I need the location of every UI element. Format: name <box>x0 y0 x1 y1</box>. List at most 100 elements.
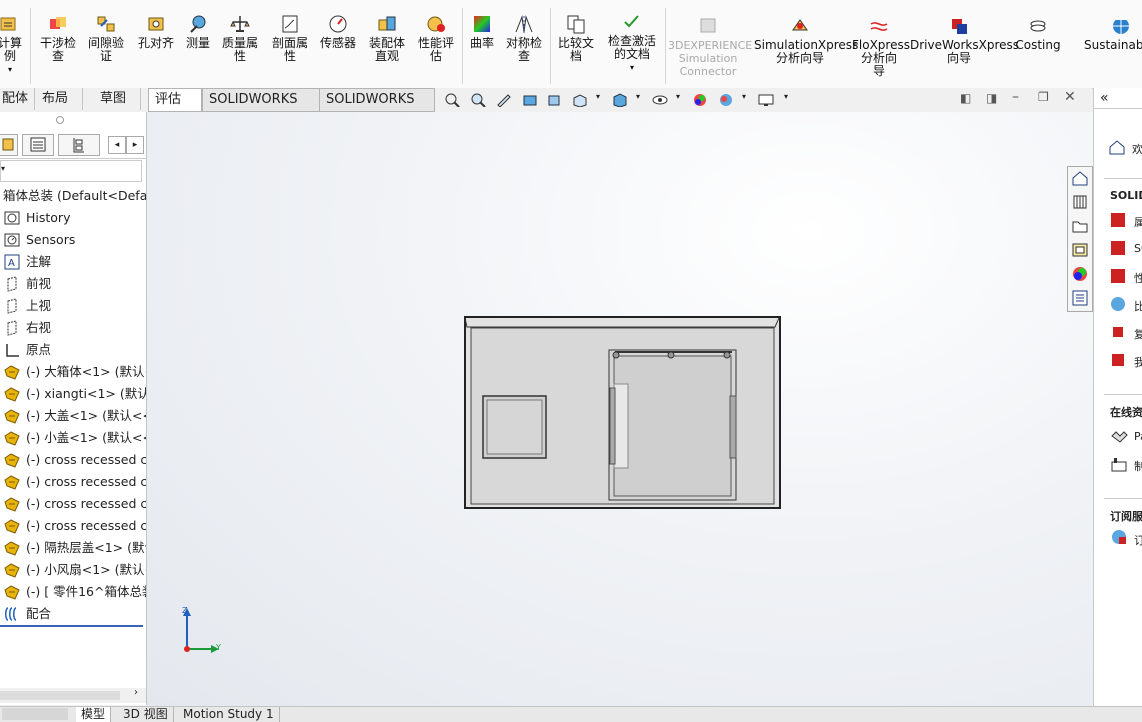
collapse-pane-icon[interactable]: « <box>1100 90 1109 106</box>
tree-item[interactable]: (-) 大盖<1> (默认<< <box>0 405 146 427</box>
tree-item[interactable]: 原点 <box>0 339 146 361</box>
tabs-scroll-right[interactable]: ▸ <box>126 136 144 154</box>
tree-item[interactable]: A 注解 <box>0 251 146 273</box>
restore-right-icon[interactable]: ◨ <box>986 91 997 105</box>
filter-dropdown[interactable]: ▾ <box>0 160 142 182</box>
horizontal-scrollbar[interactable]: › <box>0 687 146 703</box>
sensor-button[interactable]: 传感器 <box>316 14 360 50</box>
tree-item[interactable]: (-) cross recessed co <box>0 493 146 515</box>
tab-motion-study[interactable]: Motion Study 1 <box>178 707 280 722</box>
view-settings-icon[interactable] <box>758 93 774 107</box>
resource-link[interactable]: Pa <box>1134 430 1142 443</box>
display-style-icon[interactable] <box>612 93 628 107</box>
resource-link[interactable]: 属 <box>1134 214 1142 230</box>
resource-link[interactable]: 性 <box>1134 270 1142 286</box>
panel-grip[interactable] <box>56 116 64 124</box>
symmetry-button[interactable]: 对称检 查 <box>502 14 546 63</box>
floxpress-button[interactable]: FloXpress 分析向 导 <box>852 20 910 78</box>
resource-link[interactable]: SC <box>1134 242 1142 255</box>
apply-scene-icon[interactable] <box>718 93 734 107</box>
tab-3d-views[interactable]: 3D 视图 <box>118 707 174 722</box>
edit-appearance-icon[interactable] <box>692 93 708 107</box>
scrollbar-thumb[interactable] <box>0 691 120 700</box>
rollback-bar[interactable] <box>0 625 143 627</box>
tree-item[interactable]: 右视 <box>0 317 146 339</box>
configuration-manager-tab[interactable] <box>58 134 100 156</box>
resource-link[interactable]: 比 <box>1134 298 1142 314</box>
tab-layout[interactable]: 布局 <box>36 88 83 110</box>
close-icon[interactable]: ✕ <box>1064 89 1076 105</box>
tree-item[interactable]: Sensors <box>0 229 146 251</box>
mass-properties-button[interactable]: 质量属 性 <box>218 14 262 63</box>
tree-item[interactable]: (-) cross recessed co <box>0 449 146 471</box>
tab-sketch[interactable]: 草图 <box>94 88 141 110</box>
previous-view-icon[interactable] <box>496 93 512 107</box>
welcome-label[interactable]: 欢 <box>1132 141 1142 157</box>
property-manager-tab[interactable] <box>22 134 54 156</box>
compare-documents-button[interactable]: 比较文 档 <box>554 14 598 63</box>
tree-item[interactable]: (-) cross recessed co <box>0 515 146 537</box>
tabs-scroll-left[interactable]: ◂ <box>108 136 126 154</box>
chevron-down-icon[interactable]: ▾ <box>742 92 746 101</box>
tree-item[interactable]: 上视 <box>0 295 146 317</box>
view-palette-icon[interactable] <box>1071 241 1089 259</box>
tab-navigation-arrows[interactable] <box>2 708 68 720</box>
zoom-to-fit-icon[interactable] <box>444 93 460 107</box>
tree-root[interactable]: 箱体总装 (Default<Defau <box>0 185 146 207</box>
assembly-visualization-button[interactable]: 装配体 直观 <box>364 14 410 63</box>
graphics-area[interactable]: Z Y <box>147 112 1093 707</box>
3dexperience-connector-button[interactable]: 3DEXPERIENCE Simulation Connector <box>668 18 752 78</box>
section-view-icon[interactable] <box>522 93 538 107</box>
resource-link[interactable]: 制 <box>1134 458 1142 474</box>
ribbon-calc-button[interactable]: 计算 例 ▾ <box>0 14 26 76</box>
zoom-area-icon[interactable] <box>470 93 486 107</box>
chevron-down-icon[interactable]: ▾ <box>636 92 640 101</box>
tree-item[interactable]: (-) 隔热层盖<1> (默认 <box>0 537 146 559</box>
clearance-button[interactable]: 间隙验 证 <box>84 14 128 63</box>
chevron-down-icon[interactable]: ▾ <box>784 92 788 101</box>
simulationxpress-button[interactable]: SimulationXpress 分析向导 <box>754 19 858 65</box>
interference-button[interactable]: 干涉检 查 <box>36 14 80 63</box>
file-explorer-icon[interactable] <box>1071 217 1089 235</box>
check-active-document-button[interactable]: 检查激活 的文档 ▾ <box>602 12 662 74</box>
tab-solidworks-mbd[interactable]: SOLIDWORKS MBD <box>319 88 435 129</box>
model-view[interactable] <box>147 112 1093 707</box>
hide-show-items-icon[interactable] <box>652 93 668 107</box>
section-properties-button[interactable]: 剖面属 性 <box>268 14 312 63</box>
dynamic-annotation-icon[interactable] <box>546 93 562 107</box>
custom-properties-icon[interactable] <box>1071 289 1089 307</box>
maximize-icon[interactable]: ❐ <box>1038 90 1049 104</box>
costing-button[interactable]: Costing <box>1012 20 1064 52</box>
hole-align-button[interactable]: 孔对齐 <box>134 14 178 50</box>
tree-item[interactable]: (-) cross recessed co <box>0 471 146 493</box>
appearances-icon[interactable] <box>1071 265 1089 283</box>
tree-item[interactable]: History <box>0 207 146 229</box>
tree-item[interactable]: (-) xiangti<1> (默认< <box>0 383 146 405</box>
resource-link[interactable]: 复 <box>1134 326 1142 342</box>
minimize-icon[interactable]: – <box>1012 89 1019 105</box>
tab-assembly[interactable]: 配体 <box>0 88 35 110</box>
resource-link[interactable]: 订 <box>1134 532 1142 548</box>
scroll-right-icon[interactable]: › <box>134 687 138 698</box>
tab-model[interactable]: 模型 <box>76 707 112 722</box>
chevron-down-icon[interactable]: ▾ <box>676 92 680 101</box>
tree-item[interactable]: (-) 小风扇<1> (默认< <box>0 559 146 581</box>
feature-manager-tab[interactable] <box>0 134 18 156</box>
tree-item[interactable]: 配合 <box>0 603 146 625</box>
measure-button[interactable]: 测量 <box>180 14 216 50</box>
chevron-down-icon[interactable]: ▾ <box>596 92 600 101</box>
driveworksxpress-button[interactable]: DriveWorksXpress 向导 <box>910 19 1019 65</box>
tab-evaluate[interactable]: 评估 <box>148 88 202 112</box>
sustainability-button[interactable]: Sustainabil <box>1080 20 1142 52</box>
tree-item[interactable]: 前视 <box>0 273 146 295</box>
tree-item[interactable]: (-) [ 零件16^箱体总装 <box>0 581 146 603</box>
restore-left-icon[interactable]: ◧ <box>960 91 971 105</box>
resource-link[interactable]: 我 <box>1134 354 1142 370</box>
curvature-button[interactable]: 曲率 <box>464 14 500 50</box>
tree-item[interactable]: (-) 大箱体<1> (默认< <box>0 361 146 383</box>
performance-button[interactable]: 性能评 估 <box>414 14 458 63</box>
home-icon[interactable] <box>1071 169 1089 187</box>
design-library-icon[interactable] <box>1071 193 1089 211</box>
tab-solidworks-addins[interactable]: SOLIDWORKS 插件 <box>202 88 320 129</box>
view-orientation-icon[interactable] <box>572 93 588 107</box>
